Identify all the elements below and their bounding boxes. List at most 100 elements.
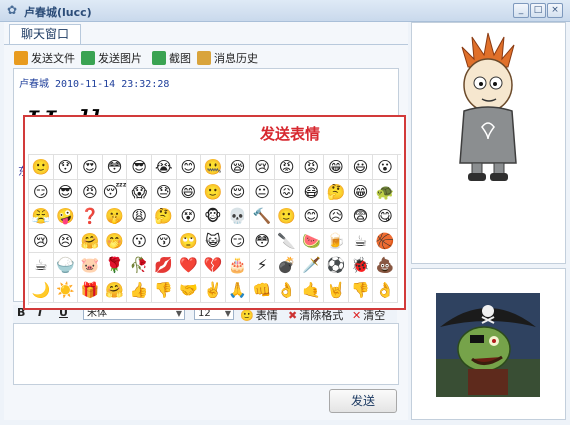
emoji-cell[interactable]: 👊 bbox=[250, 277, 275, 303]
emoji-cell[interactable]: 🤐 bbox=[201, 155, 226, 180]
emoji-cell[interactable]: ⚡ bbox=[250, 253, 275, 278]
emoji-cell[interactable]: 😢 bbox=[29, 228, 54, 254]
emoji-cell[interactable]: 😯 bbox=[53, 155, 79, 180]
emoji-cell[interactable]: 🤗 bbox=[78, 228, 103, 254]
emoji-cell[interactable]: 🙄 bbox=[176, 228, 202, 254]
emoji-cell[interactable]: 🤗 bbox=[102, 277, 128, 303]
emoji-cell[interactable]: 👌 bbox=[373, 277, 398, 303]
emoji-cell[interactable]: 🙏 bbox=[225, 277, 251, 303]
emoji-cell[interactable]: 😐 bbox=[250, 179, 275, 205]
emoji-cell[interactable]: 👎 bbox=[348, 277, 374, 303]
emoji-cell[interactable]: 🐵 bbox=[201, 204, 226, 229]
emoji-cell[interactable]: 🎁 bbox=[78, 277, 103, 303]
emoji-cell[interactable]: 🙂 bbox=[201, 179, 226, 205]
emoji-cell[interactable]: ❤️ bbox=[176, 253, 202, 278]
emoji-cell[interactable]: 😭 bbox=[151, 155, 177, 180]
emoji-cell[interactable]: 😊 bbox=[299, 204, 325, 229]
emoji-cell[interactable]: 😪 bbox=[225, 155, 251, 180]
send-button[interactable]: 发送 bbox=[329, 389, 397, 413]
emoji-cell[interactable]: 😥 bbox=[324, 204, 349, 229]
emoji-cell[interactable]: 😮 bbox=[373, 155, 398, 180]
emoji-cell[interactable]: 😵 bbox=[176, 204, 202, 229]
emoji-cell[interactable]: 🤔 bbox=[324, 179, 349, 205]
emoji-cell[interactable]: 😖 bbox=[274, 179, 300, 205]
emoji-cell[interactable]: 😗 bbox=[127, 228, 152, 254]
emoji-cell[interactable]: 🔪 bbox=[274, 228, 300, 254]
history-button[interactable]: 消息历史 bbox=[197, 50, 258, 68]
emoji-cell[interactable]: 😤 bbox=[29, 204, 54, 229]
emoji-cell[interactable]: 🤙 bbox=[299, 277, 325, 303]
emoji-cell[interactable]: 💣 bbox=[274, 253, 300, 278]
emoji-cell[interactable]: 👍 bbox=[127, 277, 152, 303]
emoji-cell[interactable]: 😌 bbox=[225, 179, 251, 205]
emoji-cell[interactable]: 😺 bbox=[201, 228, 226, 254]
emoji-cell[interactable]: 😢 bbox=[250, 155, 275, 180]
emoji-cell[interactable]: 😃 bbox=[348, 155, 374, 180]
emoji-cell[interactable]: ☕ bbox=[29, 253, 54, 278]
close-button[interactable]: × bbox=[547, 3, 563, 18]
emoji-cell[interactable]: 😚 bbox=[151, 228, 177, 254]
emoji-cell[interactable]: 💩 bbox=[373, 253, 398, 278]
send-file-button[interactable]: 发送文件 bbox=[14, 50, 75, 68]
emoji-cell[interactable]: 🤔 bbox=[151, 204, 177, 229]
emoji-cell[interactable]: 🤘 bbox=[324, 277, 349, 303]
emoji-cell[interactable]: 😏 bbox=[225, 228, 251, 254]
tab-chat-window[interactable]: 聊天窗口 bbox=[9, 24, 81, 44]
emoji-cell[interactable]: 😁 bbox=[348, 179, 374, 205]
emoji-cell[interactable]: 🤭 bbox=[102, 228, 128, 254]
maximize-button[interactable]: □ bbox=[530, 3, 546, 18]
emoji-cell[interactable]: 😄 bbox=[176, 179, 202, 205]
emoji-cell[interactable]: 🍚 bbox=[53, 253, 79, 278]
minimize-button[interactable]: _ bbox=[513, 3, 529, 18]
emoji-cell[interactable]: 👌 bbox=[274, 277, 300, 303]
emoji-cell[interactable]: 😏 bbox=[29, 179, 54, 205]
emoji-cell[interactable]: ☀️ bbox=[53, 277, 79, 303]
emoji-cell[interactable]: 🤫 bbox=[102, 204, 128, 229]
emoji-cell[interactable]: 😣 bbox=[53, 228, 79, 254]
emoji-cell[interactable]: 🌙 bbox=[29, 277, 54, 303]
emoji-cell[interactable]: ✌️ bbox=[201, 277, 226, 303]
emoji-cell[interactable]: 🙂 bbox=[29, 155, 54, 180]
emoji-cell[interactable]: 🤝 bbox=[176, 277, 202, 303]
emoji-cell[interactable]: 🐞 bbox=[348, 253, 374, 278]
message-input[interactable] bbox=[13, 323, 399, 385]
emoji-cell[interactable]: 😎 bbox=[53, 179, 79, 205]
emoji-cell[interactable]: 😓 bbox=[151, 179, 177, 205]
emoji-cell[interactable]: 😋 bbox=[373, 204, 398, 229]
emoji-cell[interactable]: 🐢 bbox=[373, 179, 398, 205]
screenshot-button[interactable]: 截图 bbox=[152, 50, 191, 68]
emoji-cell[interactable]: 🌹 bbox=[102, 253, 128, 278]
emoji-cell[interactable]: 🐷 bbox=[78, 253, 103, 278]
emoji-cell[interactable]: ⚽ bbox=[324, 253, 349, 278]
emoji-cell[interactable]: 😊 bbox=[176, 155, 202, 180]
emoji-cell[interactable]: 🎂 bbox=[225, 253, 251, 278]
emoji-cell[interactable]: 😡 bbox=[299, 155, 325, 180]
emoji-cell[interactable]: 😠 bbox=[78, 179, 103, 205]
emoji-cell[interactable]: 😡 bbox=[274, 155, 300, 180]
emoji-cell[interactable]: 🔨 bbox=[250, 204, 275, 229]
emoji-cell[interactable]: 🥀 bbox=[127, 253, 152, 278]
emoji-cell[interactable]: 😩 bbox=[127, 204, 152, 229]
emoji-cell[interactable]: 🍺 bbox=[324, 228, 349, 254]
emoji-cell[interactable]: 😳 bbox=[250, 228, 275, 254]
emoji-cell[interactable]: 😳 bbox=[102, 155, 128, 180]
emoji-cell[interactable]: 💔 bbox=[201, 253, 226, 278]
emoji-cell[interactable]: 🤪 bbox=[53, 204, 79, 229]
send-image-button[interactable]: 发送图片 bbox=[81, 50, 142, 68]
emoji-cell[interactable]: 😁 bbox=[324, 155, 349, 180]
emoji-cell[interactable]: 💋 bbox=[151, 253, 177, 278]
emoji-cell[interactable]: ☕ bbox=[348, 228, 374, 254]
emoji-cell[interactable]: 👎 bbox=[151, 277, 177, 303]
emoji-cell[interactable]: 🗡️ bbox=[299, 253, 325, 278]
emoji-cell[interactable]: 😨 bbox=[348, 204, 374, 229]
emoji-cell[interactable]: 😷 bbox=[299, 179, 325, 205]
emoji-cell[interactable]: 💀 bbox=[225, 204, 251, 229]
emoji-cell[interactable]: 😴 bbox=[102, 179, 128, 205]
emoji-cell[interactable]: 🍉 bbox=[299, 228, 325, 254]
emoji-cell[interactable]: 🏀 bbox=[373, 228, 398, 254]
emoji-cell[interactable]: 😱 bbox=[127, 179, 152, 205]
emoji-cell[interactable]: 😎 bbox=[127, 155, 152, 180]
emoji-cell[interactable]: 🙂 bbox=[274, 204, 300, 229]
emoji-cell[interactable]: ❓ bbox=[78, 204, 103, 229]
emoji-cell[interactable]: 😍 bbox=[78, 155, 103, 180]
